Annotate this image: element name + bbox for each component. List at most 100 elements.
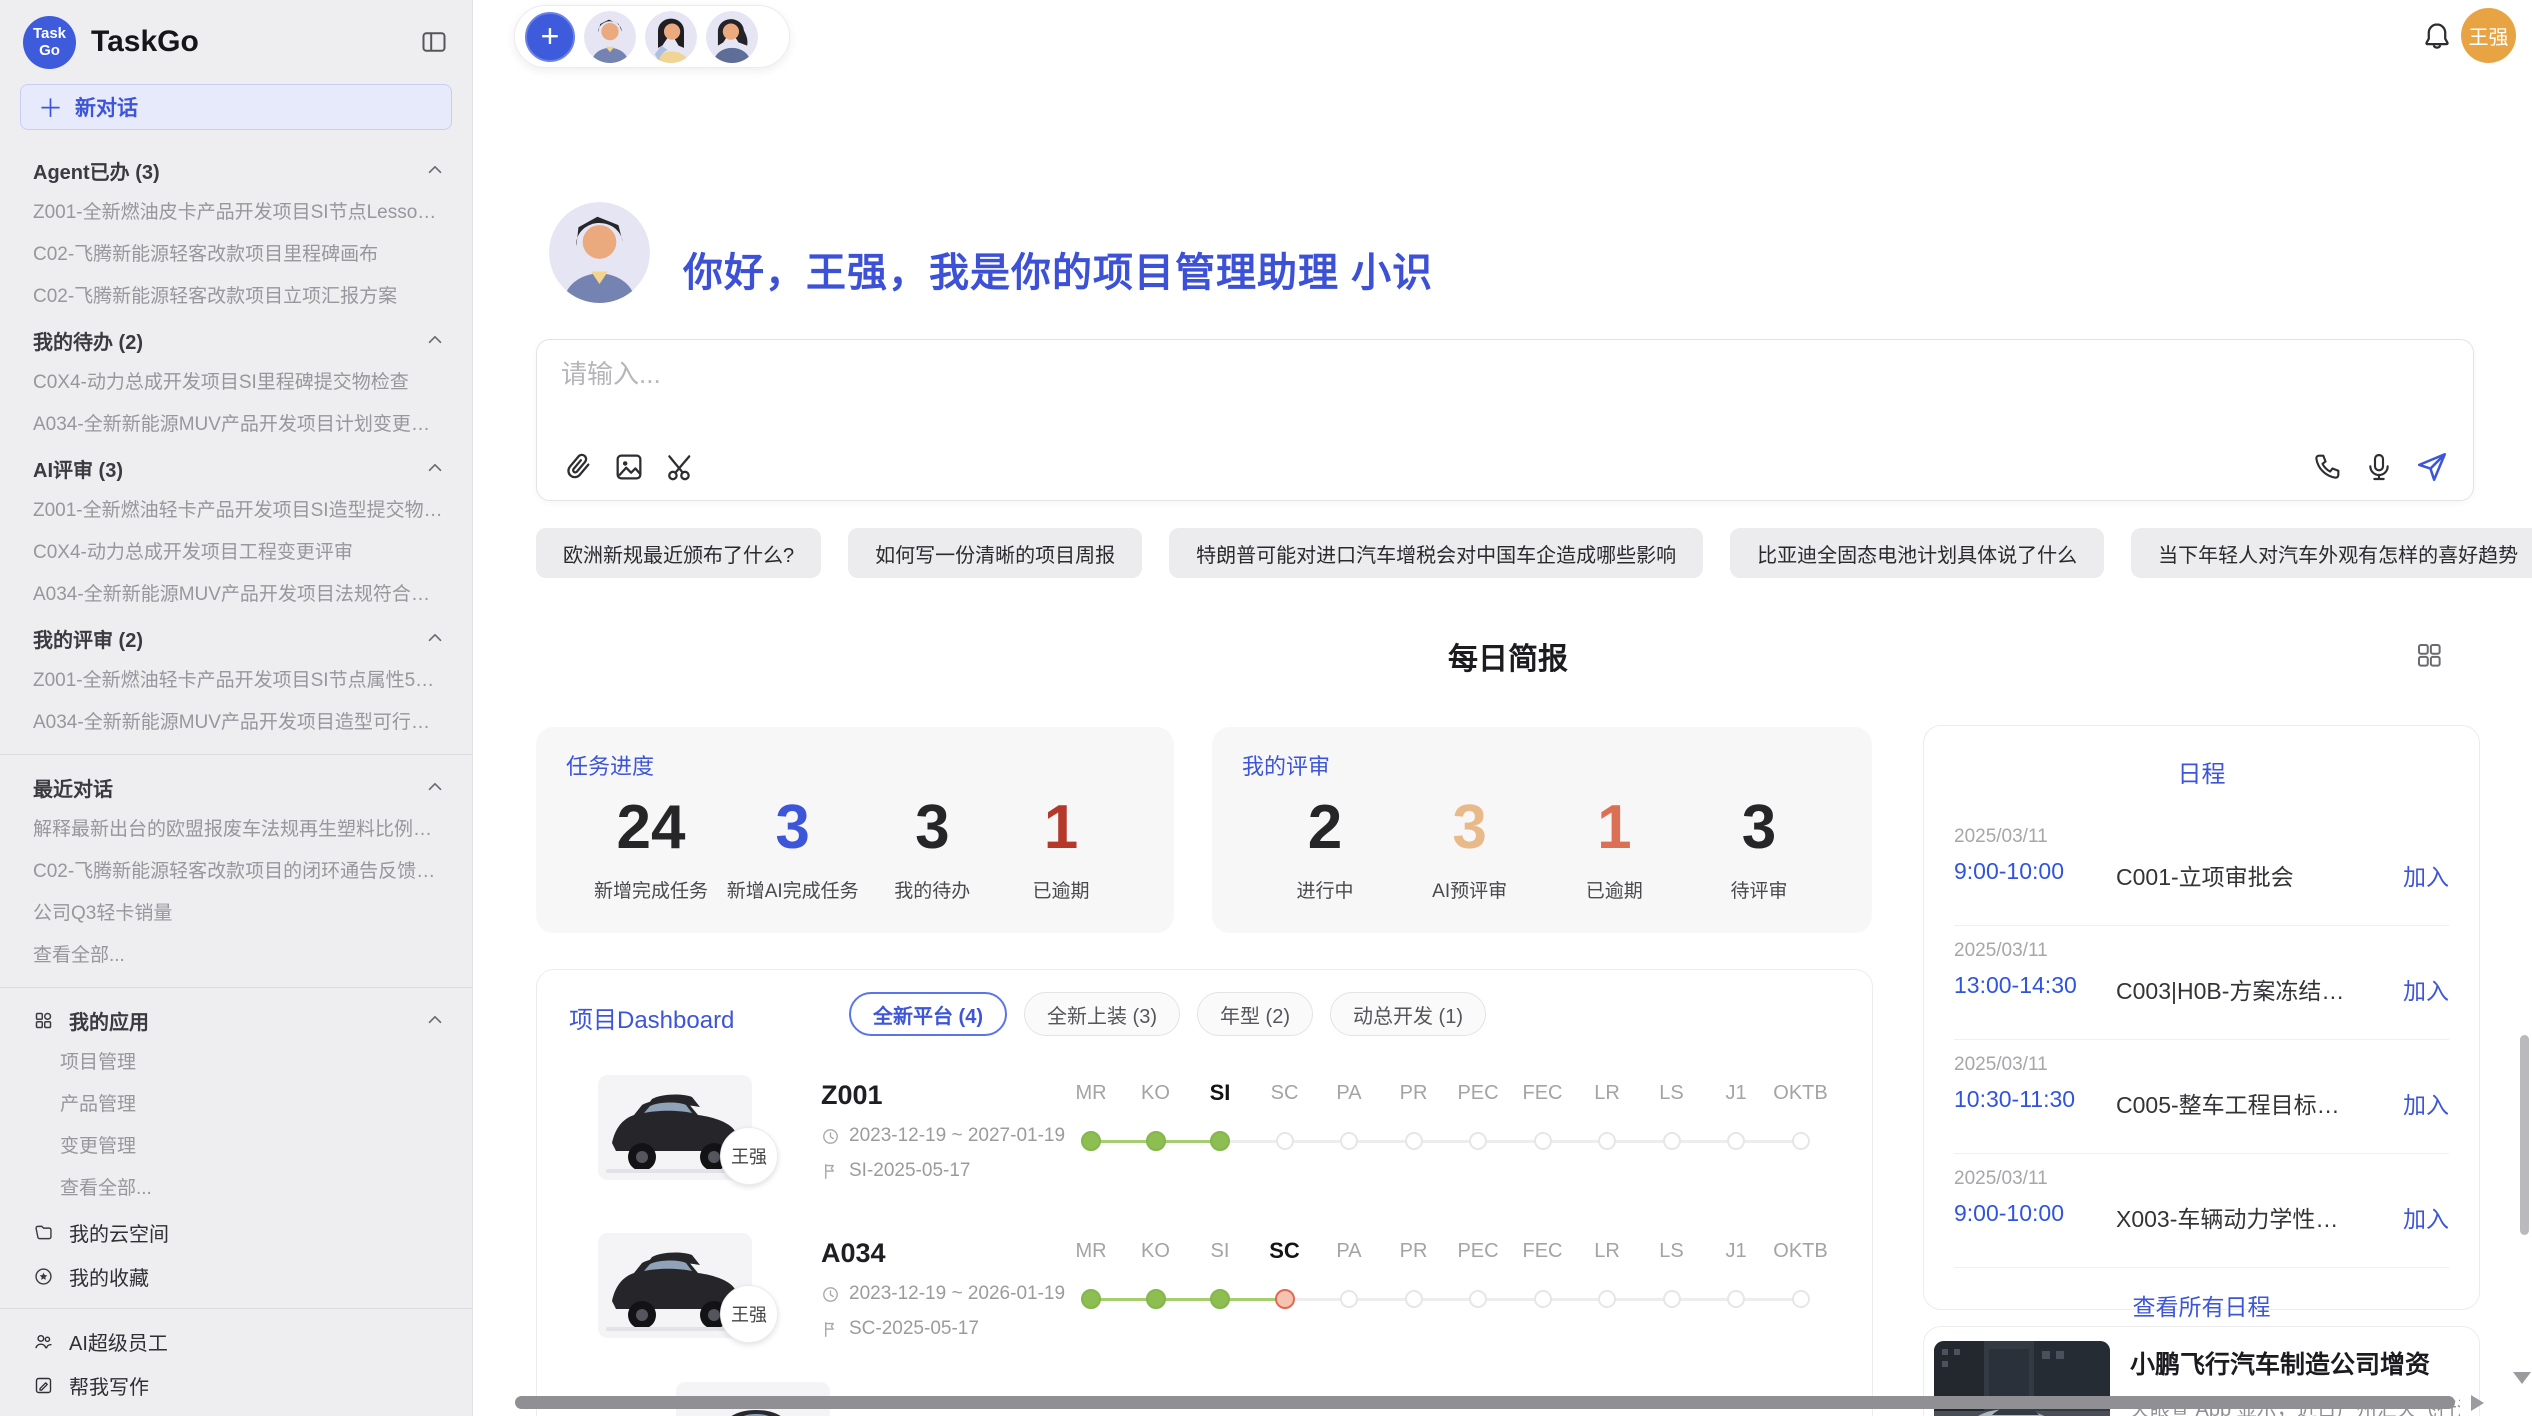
- sidebar-link-star-badge[interactable]: 我的收藏: [0, 1254, 472, 1298]
- sidebar-item[interactable]: A034-全新新能源MUV产品开发项目法规符合性评审: [0, 574, 472, 616]
- dashboard-tab[interactable]: 动总开发 (1): [1330, 992, 1486, 1036]
- milestone-dot[interactable]: [1792, 1132, 1810, 1150]
- sidebar-item[interactable]: C0X4-动力总成开发项目SI里程碑提交物检查: [0, 362, 472, 404]
- suggestion-chip[interactable]: 比亚迪全固态电池计划具体说了什么: [1730, 528, 2104, 578]
- phone-icon[interactable]: [2311, 451, 2343, 483]
- scissors-icon[interactable]: [663, 450, 697, 484]
- milestone-dot[interactable]: [1210, 1131, 1230, 1151]
- sidebar-app-item[interactable]: 查看全部...: [0, 1168, 472, 1210]
- grid-icon[interactable]: [2414, 640, 2444, 675]
- sidebar-item[interactable]: 解释最新出台的欧盟报废车法规再生塑料比例被调至15%...: [0, 809, 472, 851]
- milestone-label: J1: [1725, 1082, 1746, 1105]
- divider: [0, 754, 472, 755]
- sidebar-footer-item[interactable]: 创意制图: [0, 1407, 472, 1416]
- scroll-down-arrow[interactable]: [2513, 1372, 2531, 1384]
- milestone-dot[interactable]: [1469, 1132, 1487, 1150]
- milestone-dot[interactable]: [1146, 1289, 1166, 1309]
- sidebar-section-header-apps[interactable]: 我的应用: [0, 998, 472, 1042]
- view-all-schedule-link[interactable]: 查看所有日程: [1954, 1268, 2449, 1322]
- milestone-dot[interactable]: [1081, 1289, 1101, 1309]
- stat-value: 24: [617, 795, 686, 860]
- sidebar-item[interactable]: C02-飞腾新能源轻客改款项目的闭环通告反馈情况: [0, 851, 472, 893]
- sidebar-section-header[interactable]: 最近对话: [0, 765, 472, 809]
- sidebar-section-header[interactable]: Agent已办 (3): [0, 148, 472, 192]
- sidebar-footer-item[interactable]: AI超级员工: [0, 1319, 472, 1363]
- microphone-icon[interactable]: [2363, 451, 2395, 483]
- milestone-dot[interactable]: [1340, 1290, 1358, 1308]
- send-icon[interactable]: [2415, 450, 2449, 484]
- sidebar-section-header[interactable]: 我的评审 (2): [0, 616, 472, 660]
- sidebar-collapse-icon[interactable]: [420, 28, 448, 56]
- vertical-scrollbar[interactable]: [2520, 1035, 2529, 1235]
- milestone-dot[interactable]: [1210, 1289, 1230, 1309]
- agent-avatar-1[interactable]: [584, 11, 636, 63]
- milestone-dot[interactable]: [1727, 1132, 1745, 1150]
- horizontal-scrollbar[interactable]: [515, 1396, 2455, 1409]
- sidebar-item[interactable]: Z001-全新燃油轻卡产品开发项目SI造型提交物评审: [0, 490, 472, 532]
- milestone-dot[interactable]: [1663, 1132, 1681, 1150]
- milestone-dot[interactable]: [1663, 1290, 1681, 1308]
- milestone-dot[interactable]: [1598, 1132, 1616, 1150]
- join-link[interactable]: 加入: [2403, 1086, 2449, 1120]
- milestone-dot[interactable]: [1598, 1290, 1616, 1308]
- milestone-dot[interactable]: [1340, 1132, 1358, 1150]
- join-link[interactable]: 加入: [2403, 858, 2449, 892]
- sidebar-item[interactable]: A034-全新新能源MUV产品开发项目造型可行性评审: [0, 702, 472, 744]
- sidebar-link-folder[interactable]: 我的云空间: [0, 1210, 472, 1254]
- stat-value: 1: [1597, 795, 1631, 860]
- notifications-bell-icon[interactable]: [2420, 20, 2454, 59]
- milestone-dot[interactable]: [1792, 1290, 1810, 1308]
- image-icon[interactable]: [612, 450, 646, 484]
- sidebar-footer-item[interactable]: 帮我写作: [0, 1363, 472, 1407]
- join-link[interactable]: 加入: [2403, 1200, 2449, 1234]
- sidebar-item[interactable]: C02-飞腾新能源轻客改款项目立项汇报方案: [0, 276, 472, 318]
- sidebar-item[interactable]: 查看全部...: [0, 935, 472, 977]
- milestone-dot[interactable]: [1727, 1290, 1745, 1308]
- sidebar-item[interactable]: C0X4-动力总成开发项目工程变更评审: [0, 532, 472, 574]
- sidebar-item[interactable]: 公司Q3轻卡销量: [0, 893, 472, 935]
- suggestion-chip[interactable]: 当下年轻人对汽车外观有怎样的喜好趋势: [2131, 528, 2532, 578]
- project-code[interactable]: Z001: [821, 1080, 883, 1111]
- milestone-dot[interactable]: [1081, 1131, 1101, 1151]
- dashboard-tab[interactable]: 全新平台 (4): [849, 992, 1007, 1036]
- milestone-dot[interactable]: [1276, 1132, 1294, 1150]
- join-link[interactable]: 加入: [2403, 972, 2449, 1006]
- sidebar-section-header[interactable]: AI评审 (3): [0, 446, 472, 490]
- paperclip-icon[interactable]: [561, 450, 595, 484]
- sidebar-item[interactable]: A034-全新新能源MUV产品开发项目计划变更表编写: [0, 404, 472, 446]
- dashboard-tab[interactable]: 全新上装 (3): [1024, 992, 1180, 1036]
- suggestion-chip[interactable]: 如何写一份清晰的项目周报: [848, 528, 1142, 578]
- milestone-dot[interactable]: [1469, 1290, 1487, 1308]
- sidebar-app-item[interactable]: 产品管理: [0, 1084, 472, 1126]
- milestone-dot[interactable]: [1405, 1132, 1423, 1150]
- add-agent-button[interactable]: +: [525, 12, 575, 62]
- project-flag: SC-2025-05-17: [821, 1318, 979, 1340]
- sidebar-item[interactable]: C02-飞腾新能源轻客改款项目里程碑画布: [0, 234, 472, 276]
- agent-avatar-3[interactable]: [706, 11, 758, 63]
- suggestion-chip[interactable]: 欧洲新规最近颁布了什么?: [536, 528, 821, 578]
- project-code[interactable]: A034: [821, 1238, 886, 1269]
- sidebar-app-item[interactable]: 变更管理: [0, 1126, 472, 1168]
- sidebar-app-item[interactable]: 项目管理: [0, 1042, 472, 1084]
- stat-column: 24新增完成任务: [594, 795, 708, 903]
- sidebar-item[interactable]: Z001-全新燃油皮卡产品开发项目SI节点Lesson Learn报告: [0, 192, 472, 234]
- sidebar-section-header[interactable]: 我的待办 (2): [0, 318, 472, 362]
- new-chat-button[interactable]: ＋ 新对话: [20, 84, 452, 130]
- chat-input[interactable]: [561, 354, 1761, 424]
- project-flag: SI-2025-05-17: [821, 1160, 970, 1182]
- milestone-dot[interactable]: [1405, 1290, 1423, 1308]
- schedule-time: 13:00-14:30: [1954, 972, 2077, 999]
- suggestion-chip[interactable]: 特朗普可能对进口汽车增税会对中国车企造成哪些影响: [1169, 528, 1703, 578]
- milestone-dot[interactable]: [1146, 1131, 1166, 1151]
- sidebar-item[interactable]: Z001-全新燃油轻卡产品开发项目SI节点属性5D文件评审: [0, 660, 472, 702]
- schedule-card: 日程 2025/03/119:00-10:00C001-立项审批会加入2025/…: [1923, 725, 2480, 1310]
- dashboard-tab[interactable]: 年型 (2): [1197, 992, 1313, 1036]
- agent-avatar-2[interactable]: [645, 11, 697, 63]
- user-avatar[interactable]: 王强: [2461, 8, 2516, 63]
- scroll-right-arrow[interactable]: [2471, 1395, 2484, 1411]
- schedule-event-title: X003-车辆动力学性能验...: [2116, 1200, 2356, 1234]
- milestone-dot[interactable]: [1534, 1290, 1552, 1308]
- stat-value: 3: [1742, 795, 1776, 860]
- milestone-dot[interactable]: [1275, 1289, 1295, 1309]
- milestone-dot[interactable]: [1534, 1132, 1552, 1150]
